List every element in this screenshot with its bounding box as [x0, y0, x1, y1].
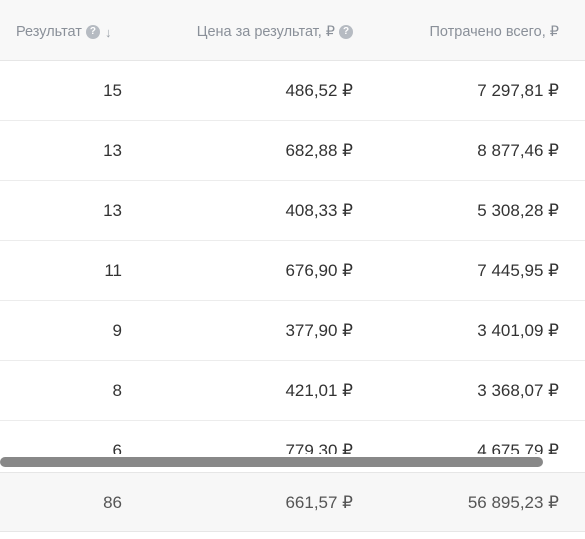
cell-spent: 3 368,07 ₽ — [477, 381, 559, 400]
table-row: 9 377,90 ₽ 3 401,09 ₽ — [0, 301, 585, 361]
cell-price: 421,01 ₽ — [285, 381, 353, 400]
cell-result: 6 — [112, 441, 122, 454]
cell-result: 15 — [103, 81, 122, 100]
cell-price: 682,88 ₽ — [285, 141, 353, 160]
cell-result: 8 — [112, 381, 122, 400]
total-spent: 56 895,23 ₽ — [467, 493, 559, 512]
table-row: 6 779,30 ₽ 4 675,79 ₽ — [0, 421, 585, 454]
help-icon[interactable]: ? — [339, 25, 353, 39]
column-header-price-label: Цена за результат, ₽ — [196, 24, 335, 40]
column-header-spent[interactable]: Потрачено всего, ₽ — [429, 22, 559, 42]
cell-spent: 4 675,79 ₽ — [477, 441, 559, 454]
table-row: 11 676,90 ₽ 7 445,95 ₽ — [0, 241, 585, 301]
table-header: Результат ? ↓ Цена за результат, ₽ ? Пот… — [0, 0, 585, 61]
cell-spent: 7 445,95 ₽ — [477, 261, 559, 280]
cell-price: 377,90 ₽ — [285, 321, 353, 340]
table-row: 15 486,52 ₽ 7 297,81 ₽ — [0, 61, 585, 121]
column-header-result[interactable]: Результат ? ↓ — [16, 22, 111, 42]
table-row: 13 408,33 ₽ 5 308,28 ₽ — [0, 181, 585, 241]
table-row: 13 682,88 ₽ 8 877,46 ₽ — [0, 121, 585, 181]
cell-result: 11 — [104, 261, 122, 280]
table-row: 8 421,01 ₽ 3 368,07 ₽ — [0, 361, 585, 421]
help-icon[interactable]: ? — [85, 25, 100, 39]
total-price: 661,57 ₽ — [285, 493, 353, 512]
table-totals-row: 86 661,57 ₽ 56 895,23 ₽ — [0, 472, 585, 532]
cell-result: 13 — [103, 201, 122, 220]
column-header-price[interactable]: Цена за результат, ₽ ? — [197, 22, 353, 42]
cell-result: 9 — [112, 321, 122, 340]
cell-spent: 7 297,81 ₽ — [477, 81, 559, 100]
cell-result: 13 — [103, 141, 122, 160]
horizontal-scrollbar-thumb[interactable] — [0, 457, 543, 467]
cell-price: 486,52 ₽ — [285, 81, 353, 100]
total-result: 86 — [103, 493, 122, 512]
cell-spent: 3 401,09 ₽ — [477, 321, 559, 340]
cell-price: 408,33 ₽ — [285, 201, 353, 220]
cell-price: 676,90 ₽ — [285, 261, 353, 280]
column-header-spent-label: Потрачено всего, ₽ — [429, 24, 559, 40]
sort-desc-icon[interactable]: ↓ — [105, 25, 112, 40]
cell-spent: 5 308,28 ₽ — [477, 201, 559, 220]
cell-price: 779,30 ₽ — [285, 441, 353, 454]
column-header-result-label: Результат — [16, 24, 82, 40]
cell-spent: 8 877,46 ₽ — [477, 141, 559, 160]
table-body: 15 486,52 ₽ 7 297,81 ₽ 13 682,88 ₽ 8 877… — [0, 61, 585, 454]
